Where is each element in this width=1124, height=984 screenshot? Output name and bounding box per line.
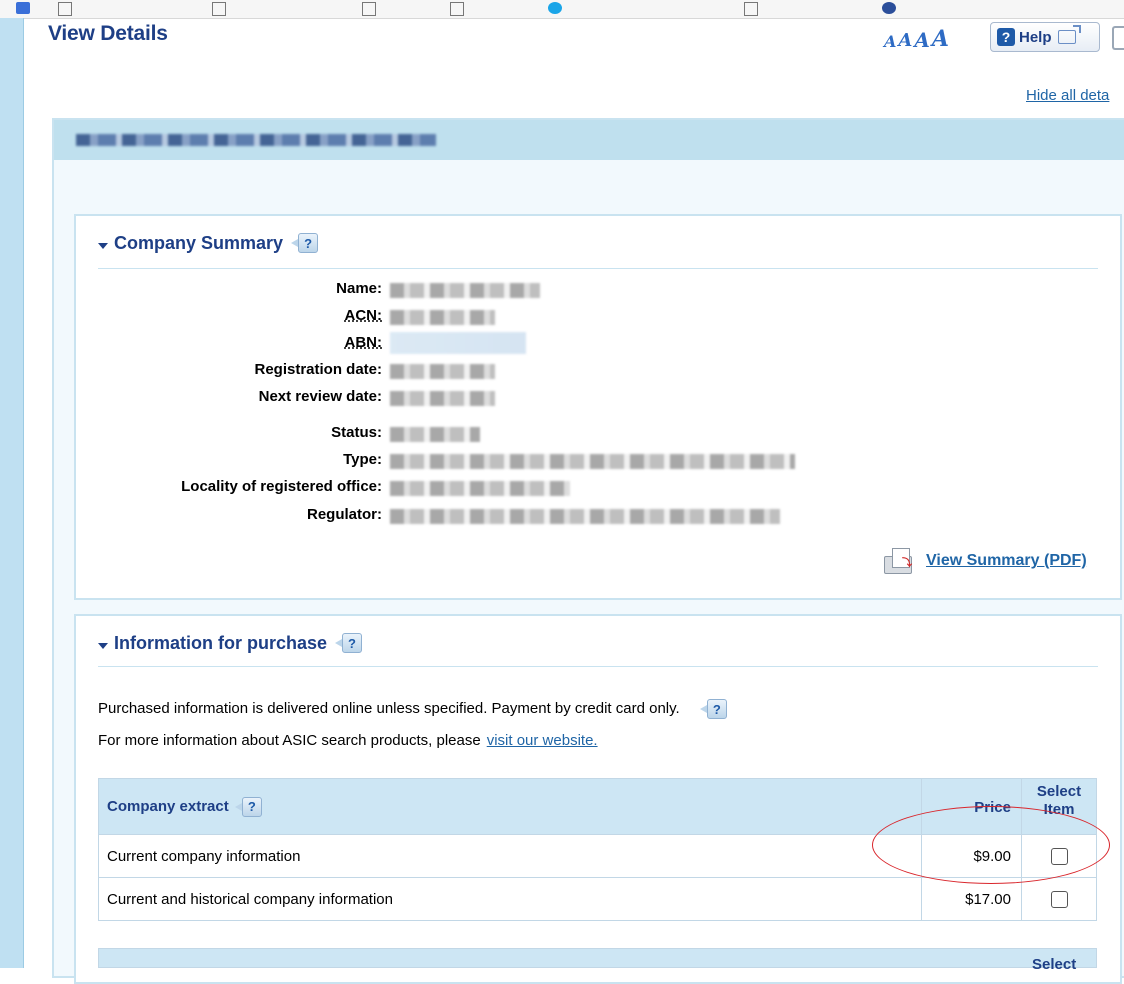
- company-extract-header: Company extract ?: [98, 778, 922, 835]
- product-name: Current company information: [98, 834, 922, 878]
- asic-info-text: For more information about ASIC search p…: [98, 732, 598, 749]
- abn-label: ABN:: [344, 334, 383, 351]
- company-summary-help-icon[interactable]: ?: [291, 232, 319, 254]
- company-summary-title: Company Summary: [114, 232, 284, 253]
- browser-bookmarks-bar: [0, 0, 1124, 19]
- help-label: Help: [1019, 28, 1052, 46]
- type-label: Type:: [343, 451, 382, 468]
- checkbox-icon[interactable]: [1050, 890, 1068, 908]
- type-value-redacted: [390, 454, 795, 469]
- delivery-info-text: Purchased information is delivered onlin…: [98, 698, 728, 720]
- view-summary-pdf-link[interactable]: ⤵ View Summary (PDF): [884, 546, 1087, 576]
- font-size-small-button[interactable]: A: [884, 34, 896, 50]
- asic-info-label: For more information about ASIC search p…: [98, 732, 481, 749]
- status-value-redacted: [390, 427, 480, 442]
- product-price: $9.00: [921, 834, 1022, 878]
- help-question-icon: ?: [997, 28, 1015, 46]
- purchase-help-icon[interactable]: ?: [335, 632, 363, 654]
- name-label: Name:: [336, 280, 382, 297]
- locality-value-redacted: [390, 481, 570, 496]
- hide-all-details-link[interactable]: Hide all deta: [1026, 87, 1109, 104]
- font-size-medium-button[interactable]: A: [898, 32, 912, 50]
- information-for-purchase-header[interactable]: Information for purchase ?: [98, 632, 363, 654]
- collapse-arrow-icon: [98, 643, 108, 649]
- font-size-large-button[interactable]: A: [914, 30, 930, 50]
- company-extract-help-icon[interactable]: ?: [234, 796, 263, 818]
- visit-website-link[interactable]: visit our website.: [487, 732, 598, 749]
- information-for-purchase-title: Information for purchase: [114, 632, 328, 653]
- checkbox-icon[interactable]: [1050, 847, 1068, 865]
- regulator-label: Regulator:: [307, 506, 382, 523]
- redacted-company-name: [76, 134, 436, 146]
- locality-label: Locality of registered office:: [181, 478, 382, 495]
- select-checkbox-cell: [1021, 834, 1097, 878]
- registration-date-label: Registration date:: [254, 361, 382, 378]
- product-name: Current and historical company informati…: [98, 877, 922, 921]
- left-navigation-bar: [0, 18, 24, 968]
- help-button[interactable]: ? Help: [990, 22, 1100, 52]
- registration-date-value-redacted: [390, 364, 495, 379]
- company-extract-table: Company extract ? Price Select Item Curre…: [98, 778, 1097, 921]
- select-checkbox-cell: [1021, 877, 1097, 921]
- delivery-info-label: Purchased information is delivered onlin…: [98, 699, 680, 717]
- print-icon[interactable]: [1112, 26, 1124, 50]
- company-summary-section: Company Summary ?: [74, 214, 1122, 600]
- name-value-redacted: [390, 283, 540, 298]
- table-row: Current company information $9.00: [98, 834, 1097, 878]
- product-price: $17.00: [921, 877, 1022, 921]
- font-size-controls: A A A A: [884, 26, 976, 50]
- pdf-printer-icon: ⤵: [884, 546, 918, 576]
- external-window-icon: [1057, 25, 1081, 44]
- select-item-header: Select Item: [1021, 778, 1097, 835]
- price-header: Price: [921, 778, 1022, 835]
- table-header-row: Company extract ? Price Select Item: [98, 778, 1097, 835]
- next-review-date-value-redacted: [390, 391, 495, 406]
- page-title: View Details: [48, 22, 168, 45]
- next-table-header: [98, 948, 1097, 968]
- next-review-date-label: Next review date:: [258, 388, 382, 405]
- acn-value-redacted: [390, 310, 495, 325]
- table-row: Current and historical company informati…: [98, 877, 1097, 921]
- font-size-xlarge-button[interactable]: A: [932, 28, 949, 50]
- status-label: Status:: [331, 424, 382, 441]
- next-select-header: Select: [1032, 956, 1077, 973]
- collapse-arrow-icon: [98, 243, 108, 249]
- abn-value-redacted[interactable]: [390, 332, 526, 354]
- acn-label: ACN:: [344, 307, 383, 324]
- view-summary-pdf-label[interactable]: View Summary (PDF): [926, 552, 1087, 570]
- company-summary-header[interactable]: Company Summary ?: [98, 232, 319, 254]
- payment-help-icon[interactable]: ?: [699, 698, 728, 720]
- regulator-value-redacted: [390, 509, 780, 524]
- company-name-header: [54, 120, 1124, 160]
